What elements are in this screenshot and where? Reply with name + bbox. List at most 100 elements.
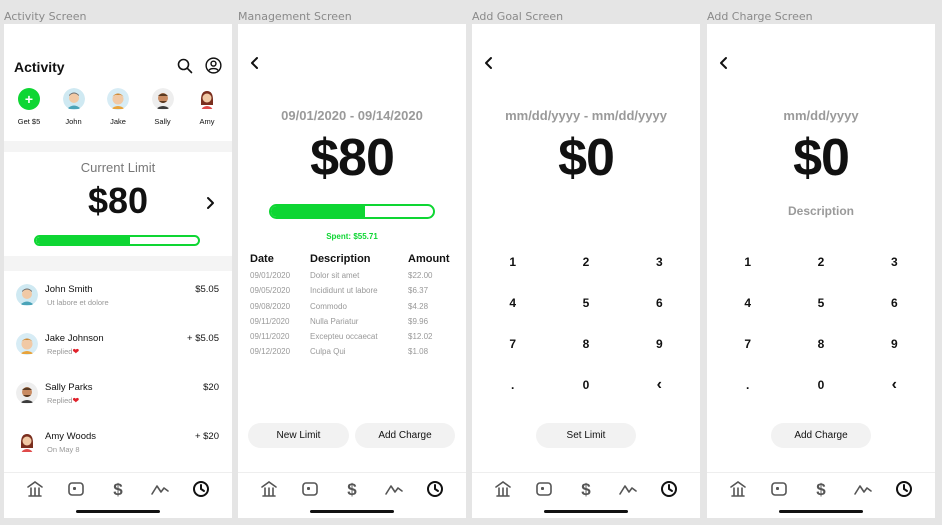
set-limit-button[interactable]: Set Limit [536,423,636,448]
key-9[interactable]: 9 [623,331,696,356]
chevron-right-icon[interactable] [203,196,217,210]
key-3[interactable]: 3 [858,249,931,274]
cell-date: 09/12/2020 [250,347,291,357]
contact-john[interactable]: John [55,88,93,126]
contact-get-5[interactable]: + Get $5 [10,88,48,126]
dollar-icon[interactable]: $ [107,479,129,499]
key-9[interactable]: 9 [858,331,931,356]
chart-icon[interactable] [383,479,405,499]
key-1[interactable]: 1 [476,249,549,274]
home-icon[interactable] [727,479,749,499]
transaction-row[interactable]: Amy Woods On May 8 + $20 [4,418,232,466]
table-row[interactable]: 09/05/2020 Incididunt ut labore $6.37 [250,283,454,298]
search-icon[interactable] [177,58,193,74]
back-chevron-icon[interactable] [715,54,733,72]
home-indicator [76,510,160,513]
contact-name: Amy [199,117,215,126]
transaction-name: Jake Johnson [45,333,104,344]
cell-amount: $4.28 [408,301,429,311]
spending-progress-bar [269,204,435,219]
cell-description: Incididunt ut labore [310,286,378,296]
clock-icon[interactable] [424,479,446,499]
transaction-row[interactable]: John Smith Ut labore et dolore $5.05 [4,271,232,319]
cell-date: 09/08/2020 [250,301,291,311]
wallet-icon[interactable] [65,479,87,499]
table-row[interactable]: 09/12/2020 Culpa Qui $1.08 [250,344,454,359]
key-7[interactable]: 7 [711,331,784,356]
back-chevron-icon[interactable] [246,54,264,72]
contact-sally[interactable]: Sally [144,88,182,126]
frame-label-add-charge: Add Charge Screen [707,10,813,23]
transaction-subtitle: Ut labore et dolore [47,298,109,307]
heart-icon: ❤ [72,396,80,405]
key-6[interactable]: 6 [623,290,696,315]
key-5[interactable]: 5 [549,290,622,315]
key-backspace[interactable]: ‹ [623,372,696,397]
home-icon[interactable] [258,479,280,499]
new-limit-button[interactable]: New Limit [248,423,349,448]
key-decimal[interactable]: . [711,372,784,397]
key-4[interactable]: 4 [476,290,549,315]
key-decimal[interactable]: . [476,372,549,397]
clock-icon[interactable] [893,479,915,499]
key-5[interactable]: 5 [784,290,857,315]
contact-amy[interactable]: Amy [188,88,226,126]
table-row[interactable]: 09/11/2020 Nulla Pariatur $9.96 [250,314,454,329]
cell-description: Nulla Pariatur [310,316,359,326]
key-8[interactable]: 8 [549,331,622,356]
avatar [107,88,129,110]
add-charge-button[interactable]: Add Charge [355,423,455,448]
chart-icon[interactable] [149,479,171,499]
key-1[interactable]: 1 [711,249,784,274]
key-6[interactable]: 6 [858,290,931,315]
date-range-input[interactable]: mm/dd/yyyy - mm/dd/yyyy [472,108,700,123]
key-7[interactable]: 7 [476,331,549,356]
date-range: 09/01/2020 - 09/14/2020 [281,108,423,123]
home-icon[interactable] [492,479,514,499]
contact-jake[interactable]: Jake [99,88,137,126]
spent-label: Spent: $55.71 [326,232,378,241]
key-4[interactable]: 4 [711,290,784,315]
table-row[interactable]: 09/11/2020 Excepteu occaecat $12.02 [250,329,454,344]
key-0[interactable]: 0 [549,372,622,397]
add-charge-button[interactable]: Add Charge [771,423,871,448]
key-2[interactable]: 2 [784,249,857,274]
key-8[interactable]: 8 [784,331,857,356]
key-0[interactable]: 0 [784,372,857,397]
clock-icon[interactable] [190,479,212,499]
chart-icon[interactable] [852,479,874,499]
dollar-icon[interactable]: $ [575,479,597,499]
wallet-icon[interactable] [533,479,555,499]
transaction-subtitle: Replied❤ [47,396,80,405]
clock-icon[interactable] [658,479,680,499]
wallet-icon[interactable] [768,479,790,499]
plus-icon[interactable]: + [18,88,40,110]
wallet-icon[interactable] [299,479,321,499]
cell-date: 09/11/2020 [250,316,290,326]
key-backspace[interactable]: ‹ [858,372,931,397]
dollar-icon[interactable]: $ [341,479,363,499]
current-limit-label: Current Limit [80,160,156,175]
key-3[interactable]: 3 [623,249,696,274]
goal-amount: $0 [558,129,615,187]
tab-bar: $ [238,472,466,518]
table-row[interactable]: 09/01/2020 Dolor sit amet $22.00 [250,268,454,283]
home-icon[interactable] [24,479,46,499]
transaction-row[interactable]: Sally Parks Replied❤ $20 [4,369,232,417]
back-chevron-icon[interactable] [480,54,498,72]
tab-bar: $ [707,472,935,518]
activity-screen: Activity + Get $5 John Jake Sally Amy Cu… [4,24,232,518]
contact-name: Sally [154,117,171,126]
profile-icon[interactable] [205,57,222,74]
date-input[interactable]: mm/dd/yyyy [707,108,935,123]
transaction-subtitle: On May 8 [47,445,80,454]
svg-text:$: $ [816,480,826,499]
transaction-row[interactable]: Jake Johnson Replied❤ + $5.05 [4,320,232,368]
chart-icon[interactable] [617,479,639,499]
cell-description: Excepteu occaecat [310,332,378,342]
key-2[interactable]: 2 [549,249,622,274]
description-input[interactable]: Description [707,204,935,218]
frame-label-management: Management Screen [238,10,352,23]
table-row[interactable]: 09/08/2020 Commodo $4.28 [250,299,454,314]
dollar-icon[interactable]: $ [810,479,832,499]
